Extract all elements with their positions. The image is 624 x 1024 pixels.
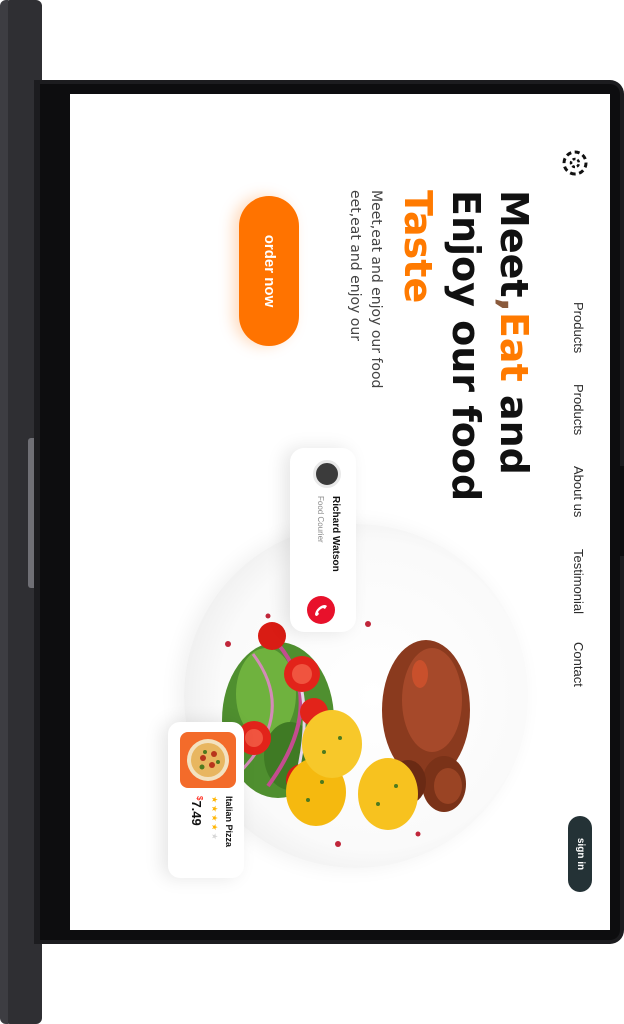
pizza-illustration <box>187 739 229 781</box>
hero-title-line-2: Enjoy our food <box>444 190 488 502</box>
product-card[interactable]: Italian Pizza ★★★★★ $7.49 <box>168 722 244 878</box>
brand-logo-icon[interactable] <box>560 148 590 178</box>
pizza-image <box>180 732 236 788</box>
avatar <box>313 460 341 488</box>
hero-title-line-1: Meet,Eat and <box>490 190 538 520</box>
call-button[interactable] <box>307 596 335 624</box>
laptop-frame: Products Products About us Testimonial C… <box>0 0 624 1024</box>
nav-link-products[interactable]: Products <box>566 302 590 353</box>
hero-title: Meet,Eat and Enjoy our food Taste <box>394 190 538 520</box>
courier-name: Richard Watson <box>330 496 341 572</box>
hero-title-comma: , <box>492 297 536 312</box>
product-price: $7.49 <box>189 796 204 826</box>
nav-link-testimonial[interactable]: Testimonial <box>566 549 590 614</box>
star-icon: ★ <box>210 805 219 815</box>
nav-link-products-2[interactable]: Products <box>566 384 590 435</box>
website: Products Products About us Testimonial C… <box>70 94 610 930</box>
star-empty-icon: ★ <box>210 832 219 842</box>
courier-card[interactable]: Richard Watson Food Courier <box>290 448 356 632</box>
hero-title-and: and <box>492 381 536 475</box>
hero-title-eat: Eat <box>492 311 536 382</box>
sign-in-button[interactable]: sign in <box>568 816 592 892</box>
nav-link-about-us[interactable]: About us <box>566 466 590 517</box>
price-value: 7.49 <box>189 800 204 826</box>
star-icon: ★ <box>210 796 219 806</box>
hero-subtitle: Meet,eat and enjoy our food eet,eat and … <box>347 190 384 389</box>
product-rating: ★★★★★ <box>210 796 219 842</box>
star-icon: ★ <box>210 823 219 833</box>
order-now-button[interactable]: order now <box>239 196 299 346</box>
hero-title-meet: Meet <box>492 190 536 298</box>
star-icon: ★ <box>210 814 219 824</box>
phone-icon <box>315 605 327 616</box>
laptop-base-edge <box>0 0 8 1024</box>
courier-role: Food Courier <box>316 496 325 543</box>
product-name: Italian Pizza <box>224 796 234 848</box>
nav-link-contact[interactable]: Contact <box>566 642 590 687</box>
hero-title-line-3: Taste <box>396 190 440 304</box>
screen: Products Products About us Testimonial C… <box>70 94 610 930</box>
